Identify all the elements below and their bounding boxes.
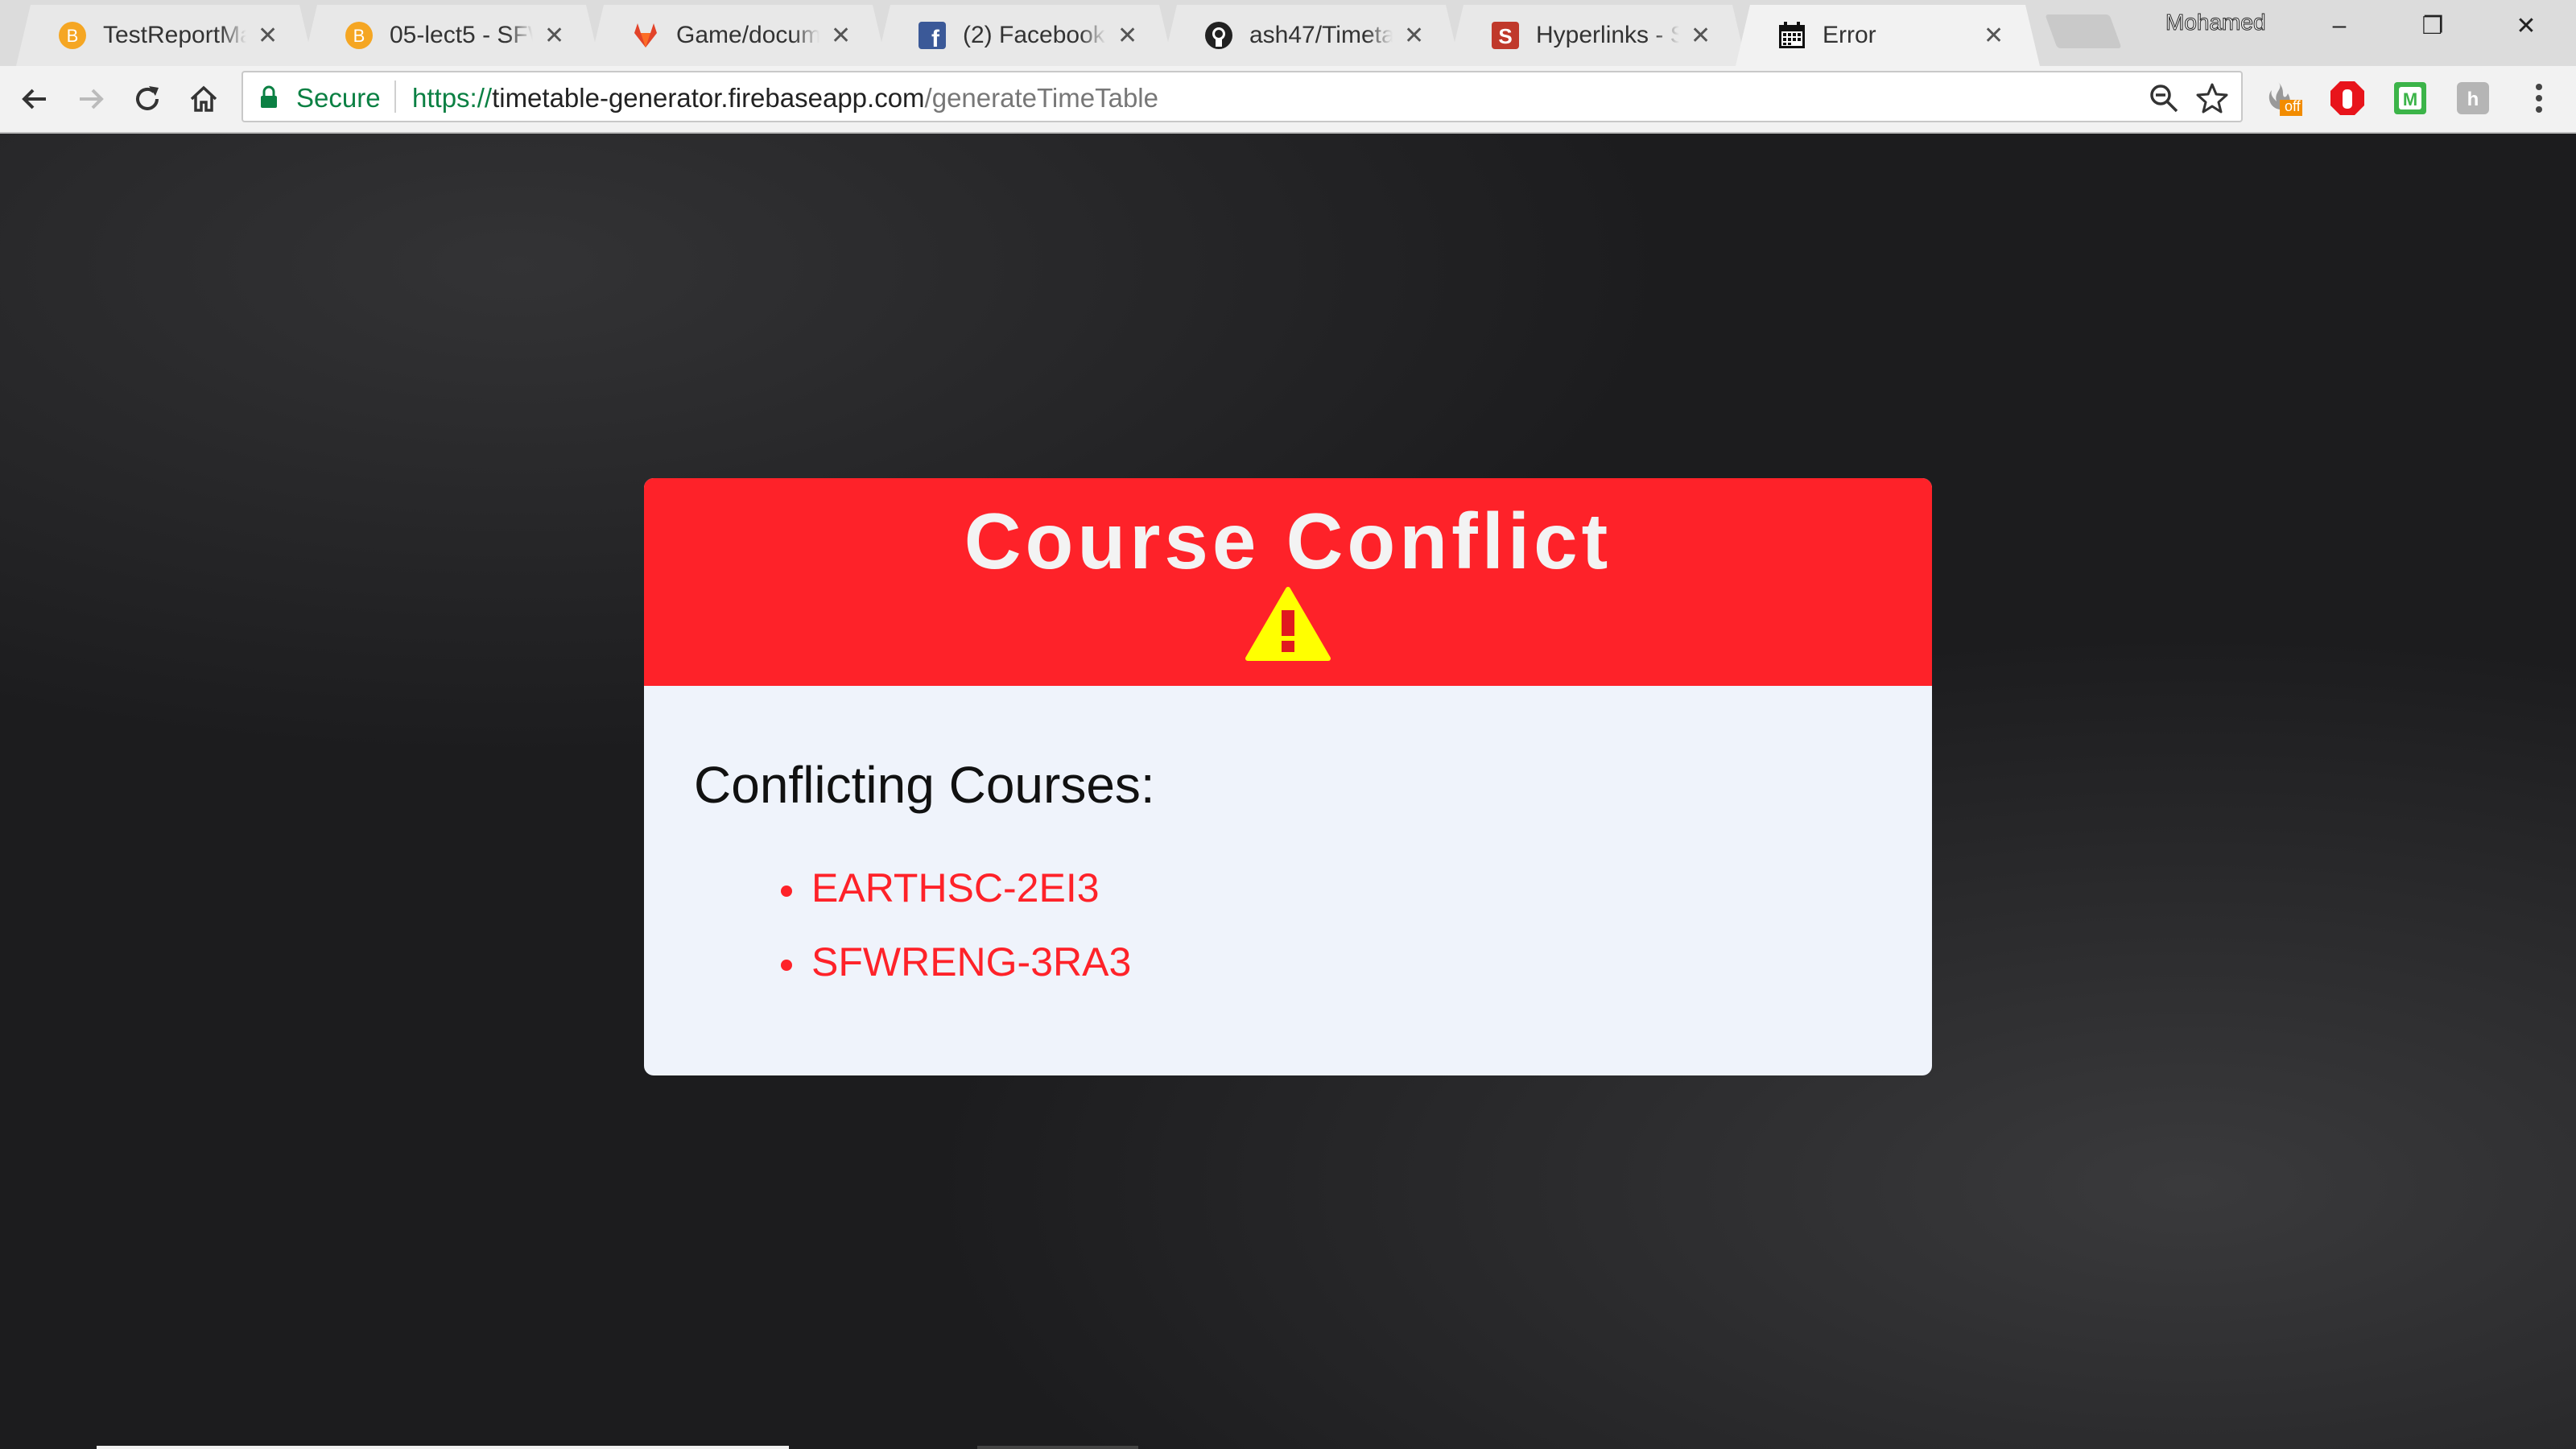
error-title: Course Conflict <box>964 497 1612 585</box>
svg-text:f: f <box>931 26 940 50</box>
tab-title: 05-lect5 - SFWRENG <box>390 22 528 48</box>
back-button[interactable] <box>13 77 56 121</box>
course-code: EARTHSC-2EI3 <box>811 865 1100 910</box>
extension-badge: off <box>2285 98 2301 114</box>
url-path: /generateTimeTable <box>924 83 1158 113</box>
close-icon[interactable]: ✕ <box>1984 22 2003 50</box>
restore-button[interactable]: ❐ <box>2409 8 2457 43</box>
tab-github[interactable]: ash47/Timetable ✕ <box>1162 5 1460 66</box>
list-item: EARTHSC-2EI3 <box>781 865 1131 939</box>
menu-kebab-icon[interactable] <box>2518 77 2560 119</box>
browser-toolbar: Secure https://timetable-generator.fireb… <box>0 66 2576 134</box>
back-arrow-icon <box>22 89 46 109</box>
new-tab-button[interactable] <box>2045 14 2122 48</box>
gitlab-icon <box>631 21 660 50</box>
minimize-button[interactable]: – <box>2315 8 2363 43</box>
close-icon[interactable]: ✕ <box>831 22 850 50</box>
home-button[interactable] <box>182 77 225 121</box>
close-icon[interactable]: ✕ <box>258 22 277 50</box>
adblock-icon[interactable] <box>2326 77 2368 119</box>
github-icon <box>1204 21 1233 50</box>
svg-text:M: M <box>2403 89 2417 109</box>
tab-title: TestReportMarks <box>103 22 241 48</box>
url-scheme: https:// <box>412 83 493 113</box>
close-icon[interactable]: ✕ <box>1690 22 1710 50</box>
lock-icon <box>259 85 279 114</box>
page-viewport: Course Conflict Conflicting Courses: EAR… <box>0 134 2576 1449</box>
extension-flame-icon[interactable]: off <box>2262 77 2304 119</box>
close-window-button[interactable]: ✕ <box>2502 8 2550 43</box>
url-separator <box>394 80 396 113</box>
zoom-icon[interactable] <box>2146 80 2182 116</box>
list-item: SFWRENG-3RA3 <box>781 939 1131 1013</box>
close-icon[interactable]: ✕ <box>1117 22 1137 50</box>
facebook-icon: f <box>918 21 947 50</box>
tab-lect5[interactable]: B 05-lect5 - SFWRENG ✕ <box>303 5 601 66</box>
warning-icon <box>1245 587 1331 661</box>
error-card: Course Conflict Conflicting Courses: EAR… <box>644 478 1932 1075</box>
tab-title: ash47/Timetable <box>1249 22 1393 48</box>
bookmark-star-icon[interactable] <box>2194 80 2230 116</box>
close-icon[interactable]: ✕ <box>1404 22 1423 50</box>
tab-title: Game/documents <box>676 22 819 48</box>
svg-text:B: B <box>353 26 365 46</box>
tab-error[interactable]: Error ✕ <box>1736 5 2040 66</box>
reload-icon <box>136 86 159 110</box>
forward-arrow-icon <box>80 89 104 109</box>
tab-hyperlinks[interactable]: S Hyperlinks - Sh ✕ <box>1449 5 1747 66</box>
profile-name[interactable]: Mohamed <box>2165 10 2267 35</box>
bitbucket-icon: B <box>345 21 374 50</box>
close-icon[interactable]: ✕ <box>544 22 564 50</box>
bitbucket-icon: B <box>58 21 87 50</box>
extension-grey-icon[interactable]: h <box>2452 77 2494 119</box>
reload-button[interactable] <box>126 77 169 121</box>
bullet-icon <box>781 886 792 897</box>
secure-label: Secure <box>296 83 381 113</box>
forward-button[interactable] <box>69 77 113 121</box>
tab-gitlab[interactable]: Game/documents ✕ <box>589 5 887 66</box>
scroll-indicator <box>977 1446 1138 1449</box>
tab-facebook[interactable]: f (2) Facebook ✕ <box>876 5 1174 66</box>
tab-strip: B TestReportMarks ✕ B 05-lect5 - SFWRENG… <box>0 0 2576 66</box>
course-list: EARTHSC-2EI3 SFWRENG-3RA3 <box>781 865 1131 1013</box>
error-card-header: Course Conflict <box>644 478 1932 686</box>
download-bar-edge <box>97 1446 789 1449</box>
svg-text:B: B <box>67 26 79 46</box>
calendar-icon <box>1777 21 1806 50</box>
tab-title: (2) Facebook <box>963 22 1105 48</box>
svg-text:S: S <box>1498 24 1512 48</box>
home-icon <box>190 85 217 112</box>
svg-text:h: h <box>2467 89 2479 110</box>
extension-m-icon[interactable]: M <box>2389 77 2431 119</box>
s-icon: S <box>1491 21 1520 50</box>
course-code: SFWRENG-3RA3 <box>811 939 1132 985</box>
url-text[interactable]: https://timetable-generator.firebaseapp.… <box>412 83 1158 114</box>
conflicting-courses-heading: Conflicting Courses: <box>694 756 1155 814</box>
tab-testreportmarks[interactable]: B TestReportMarks ✕ <box>16 5 314 66</box>
url-host: timetable-generator.firebaseapp.com <box>492 83 925 113</box>
bullet-icon <box>781 960 792 971</box>
address-bar[interactable]: Secure https://timetable-generator.fireb… <box>242 71 2243 122</box>
tab-title: Hyperlinks - Sh <box>1536 22 1679 48</box>
tab-title: Error <box>1823 22 1876 48</box>
